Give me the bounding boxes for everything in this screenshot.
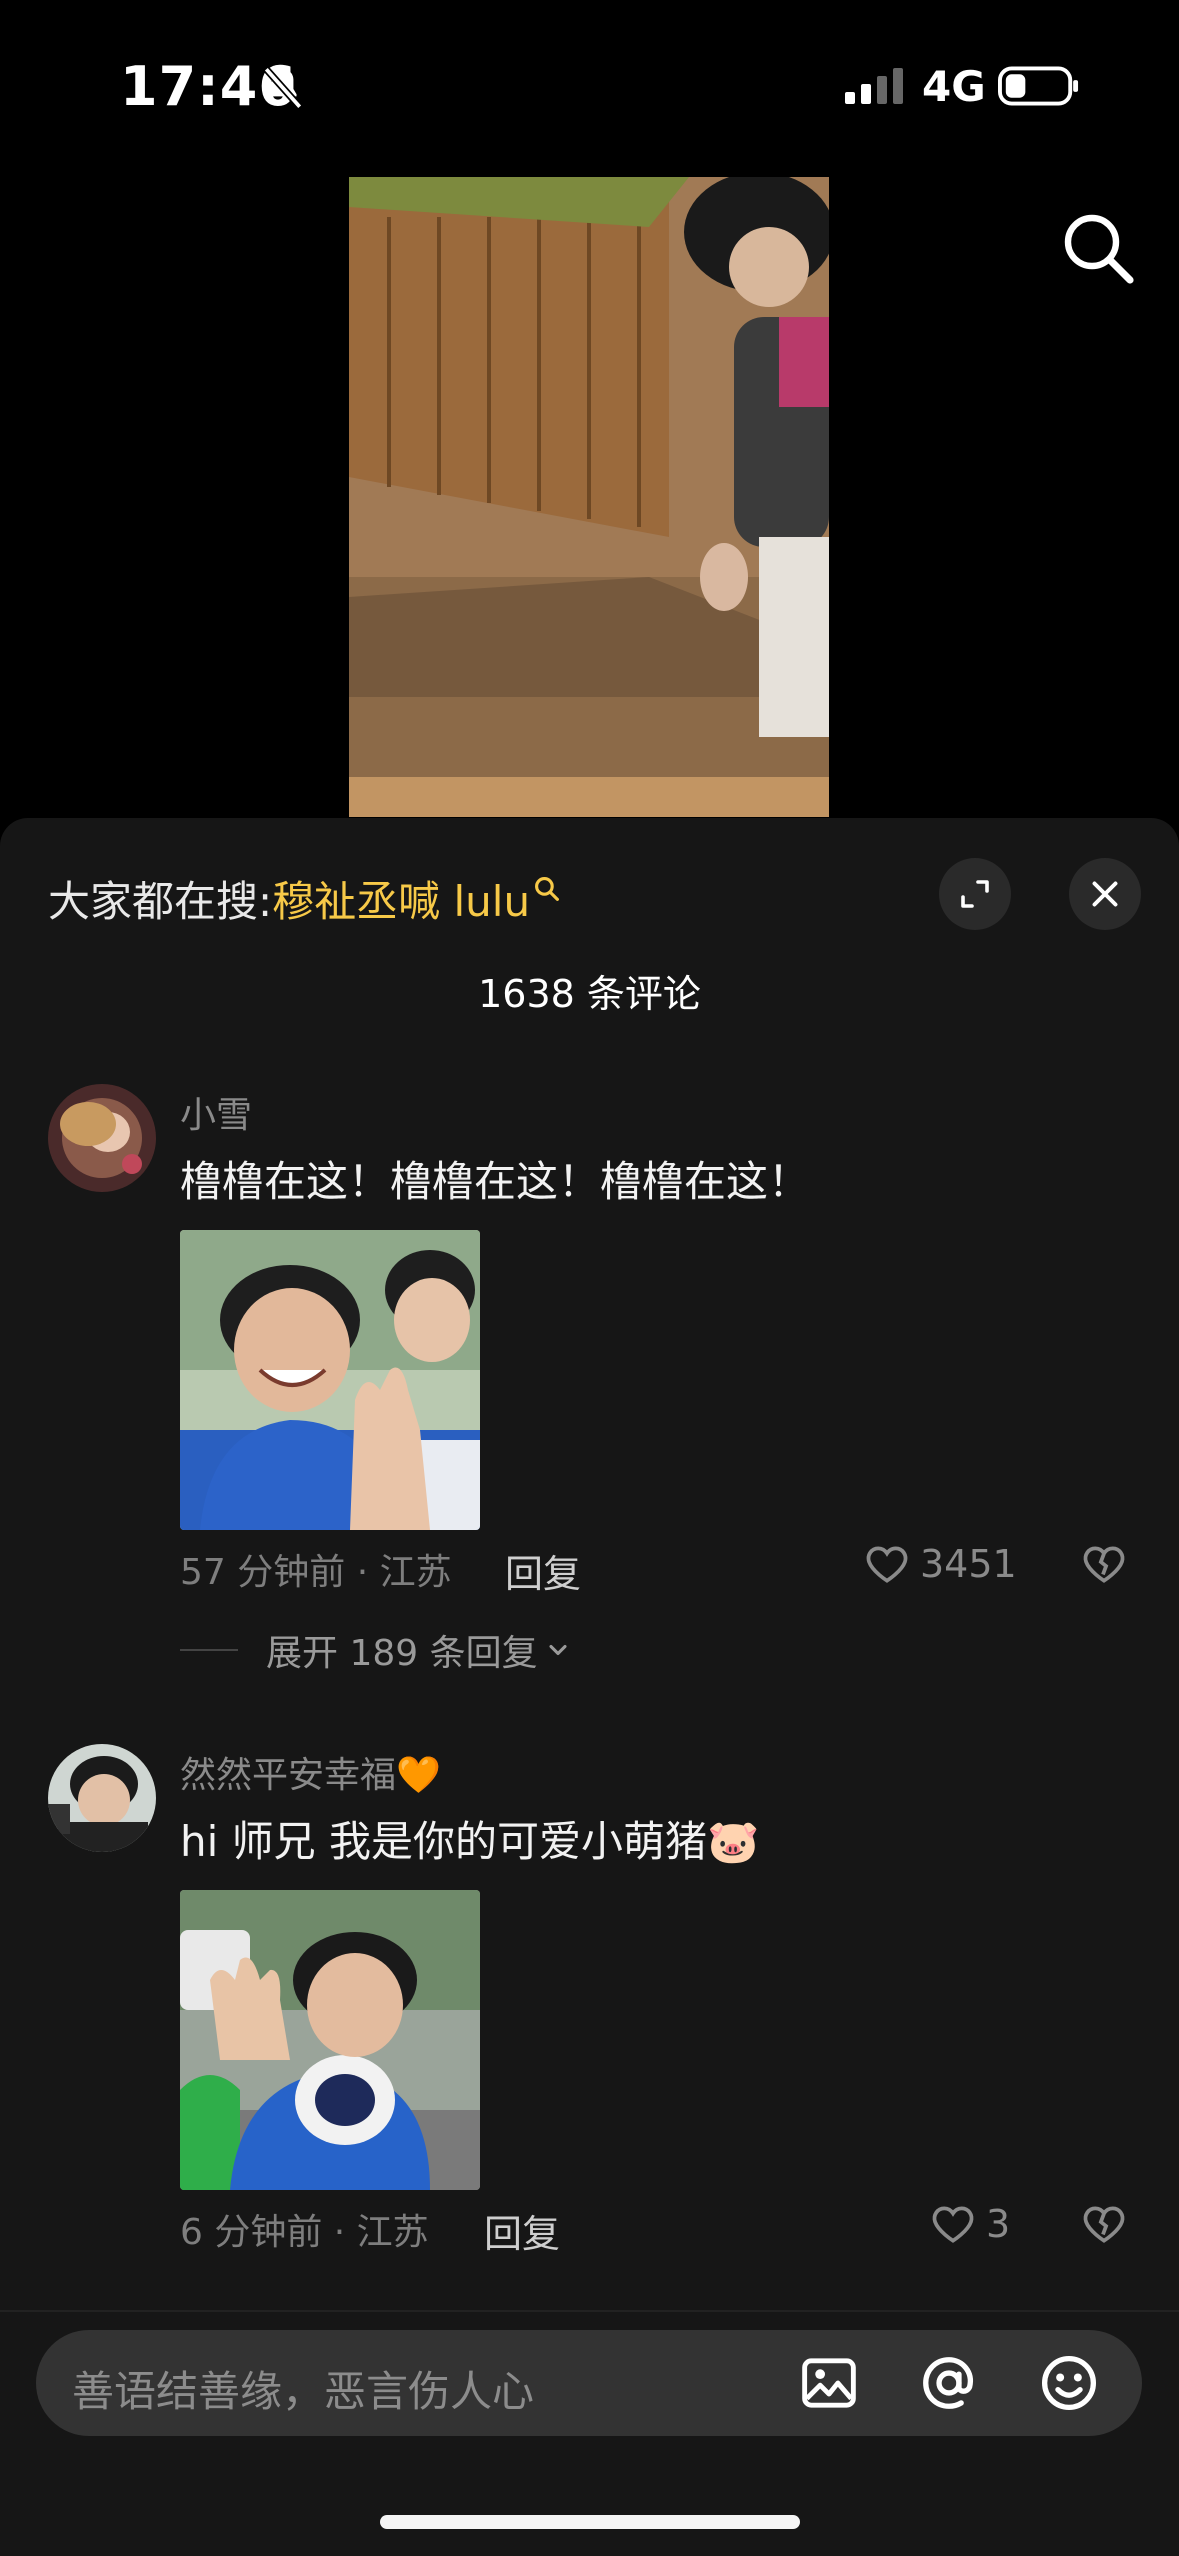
like-count: 3 <box>986 2202 1011 2246</box>
heart-icon <box>866 1546 908 1583</box>
close-icon <box>1092 881 1118 907</box>
image-icon[interactable] <box>798 2352 860 2414</box>
bell-muted-icon <box>263 66 303 110</box>
comment-username[interactable]: 小雪 <box>180 1086 252 1138</box>
home-indicator[interactable] <box>380 2515 800 2529</box>
search-icon[interactable] <box>1058 208 1138 288</box>
comment-image[interactable] <box>180 1890 480 2190</box>
chevron-down-icon <box>549 1644 567 1656</box>
like-button[interactable]: 3 <box>928 2199 1010 2249</box>
comments-sheet: 大家都在搜:穆祉丞喊 lulu 1638 条评论 小雪 橹橹在这！橹橹在这！橹橹… <box>0 818 1179 2556</box>
emoji-icon[interactable] <box>1038 2352 1100 2414</box>
comment-username[interactable]: 然然平安幸福🧡 <box>180 1746 441 1798</box>
expand-icon <box>961 880 989 908</box>
video-frame-image <box>349 177 829 817</box>
network-type: 4G <box>922 62 986 111</box>
avatar[interactable] <box>48 1084 156 1192</box>
at-icon[interactable] <box>918 2352 980 2414</box>
battery-icon <box>998 66 1079 106</box>
comment-meta: 57 分钟前 · 江苏 <box>180 1552 452 1593</box>
expand-fullscreen-button[interactable] <box>939 858 1011 930</box>
heart-icon <box>932 2206 974 2243</box>
video-player[interactable] <box>349 177 829 817</box>
divider-line <box>180 1649 238 1651</box>
screen: 17:46 4G 大家都在搜:穆祉丞喊 lulu 1638 条评论 小雪 橹橹在… <box>0 0 1179 2556</box>
comment-meta: 6 分钟前 · 江苏 <box>180 2212 429 2253</box>
status-bar: 17:46 4G <box>0 0 1179 170</box>
small-search-icon <box>535 877 560 901</box>
like-count: 3451 <box>920 1542 1017 1586</box>
suggest-label: 大家都在搜: <box>48 877 273 926</box>
comment-input-placeholder: 善语结善缘，恶言伤人心 <box>72 2367 535 2416</box>
reply-button[interactable]: 回复 <box>484 2203 560 2258</box>
suggest-keyword[interactable]: 穆祉丞喊 lulu <box>272 877 530 926</box>
comment-image[interactable] <box>180 1230 480 1530</box>
comment-input[interactable]: 善语结善缘，恶言伤人心 <box>36 2330 1142 2436</box>
expand-replies-button[interactable]: 展开 189 条回复 <box>180 1624 572 1676</box>
comment-text: 橹橹在这！橹橹在这！橹橹在这！ <box>180 1157 811 1206</box>
like-button[interactable]: 3451 <box>862 1539 1017 1589</box>
expand-replies-label: 展开 189 条回复 <box>266 1633 538 1674</box>
reply-button[interactable]: 回复 <box>505 1543 581 1598</box>
avatar[interactable] <box>48 1744 156 1852</box>
comment-text: hi 师兄 我是你的可爱小萌猪🐷 <box>180 1817 760 1866</box>
input-divider <box>0 2310 1179 2312</box>
search-suggestion[interactable]: 大家都在搜:穆祉丞喊 lulu <box>48 868 560 929</box>
broken-heart-icon[interactable] <box>1079 1539 1129 1589</box>
broken-heart-icon[interactable] <box>1079 2199 1129 2249</box>
signal-icon <box>845 68 903 104</box>
comment-count-title: 1638 条评论 <box>478 972 701 1016</box>
close-comments-button[interactable] <box>1069 858 1141 930</box>
